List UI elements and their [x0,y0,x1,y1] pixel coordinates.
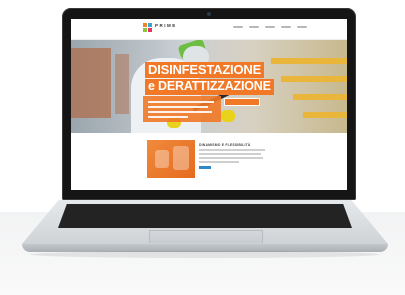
warehouse-beam [281,76,347,82]
hero-title-line2: e DERATTIZZAZIONE [145,79,274,95]
logo-text[interactable]: PRIME [155,23,177,28]
nav-item[interactable] [249,26,259,28]
warehouse-beam [293,94,347,100]
logo-icon[interactable] [143,23,152,32]
nav-item[interactable] [281,26,291,28]
nav-item[interactable] [297,26,307,28]
glove-image [221,110,235,122]
section-heading: DINAMISMO E FLESSIBILITÀ [199,143,251,147]
hero-text-box [143,96,221,122]
site-header: PRIME [71,19,347,40]
hero-title: DISINFESTAZIONE e DERATTIZZAZIONE [145,62,274,95]
hero-banner: DISINFESTAZIONE e DERATTIZZAZIONE [71,40,347,133]
section-button[interactable] [199,166,211,169]
laptop-screen: PRIME DISINFESTAZIONE e DERATTIZZAZIONE … [71,19,347,190]
nav-item[interactable] [265,26,275,28]
warehouse-shelf [71,48,111,118]
text-line [199,157,263,159]
warehouse-beam [303,112,347,118]
keyboard [58,204,352,228]
hero-cta-button[interactable] [224,98,260,106]
section-image [147,140,195,178]
main-nav [233,26,307,28]
laptop-lid: PRIME DISINFESTAZIONE e DERATTIZZAZIONE … [62,8,356,200]
text-line [199,149,265,151]
nav-item[interactable] [233,26,243,28]
hero-title-line1: DISINFESTAZIONE [145,62,265,78]
warehouse-shelf [115,54,129,114]
warehouse-beam [271,58,347,64]
text-line [199,161,239,163]
laptop-shadow [30,251,380,258]
camera-icon [207,12,211,16]
text-line [199,153,261,155]
trackpad [149,230,263,243]
